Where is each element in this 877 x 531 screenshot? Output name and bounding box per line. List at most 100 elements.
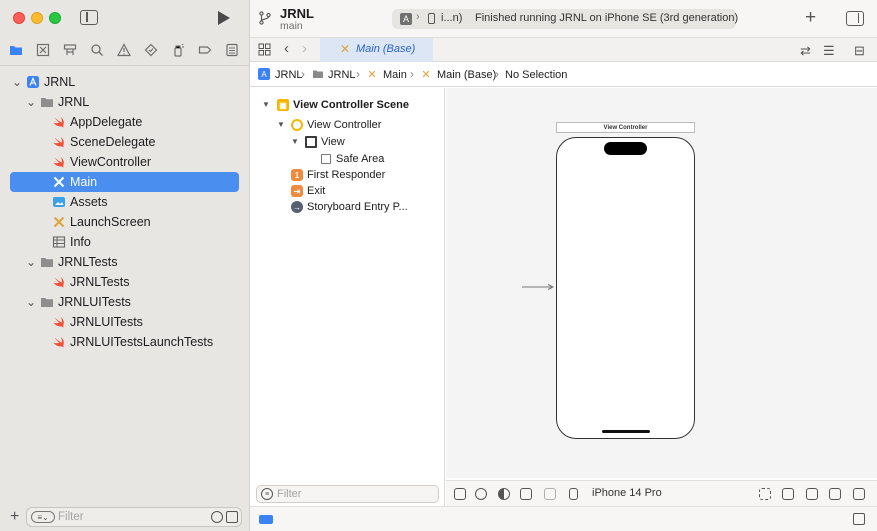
navigator-filter-field[interactable]: ≡⌄ Filter (26, 507, 242, 527)
project-navigator-tab[interactable] (2, 41, 29, 59)
tab-main-storyboard[interactable]: ✕ Main (Base) (320, 38, 433, 62)
filter-icon: ≡ (261, 488, 273, 500)
app-scheme-icon[interactable]: A (400, 13, 412, 25)
swap-arrows-icon[interactable]: ⇄ (800, 43, 811, 59)
outline-toggle-icon[interactable] (454, 488, 466, 500)
outline-row-view-controller[interactable]: ▼ View Controller (250, 118, 445, 134)
tree-label: Info (70, 235, 91, 249)
forward-chevron-icon[interactable]: › (302, 40, 307, 57)
test-diamond-icon[interactable] (137, 41, 164, 59)
tree-row[interactable]: ⌄ JRNL (0, 72, 249, 92)
symbol-navigator-tab[interactable] (56, 41, 83, 59)
library-add-icon[interactable]: + (805, 7, 816, 29)
outline-row-entry-point[interactable]: → Storyboard Entry P... (250, 200, 445, 216)
iphone-scene-frame[interactable] (556, 137, 695, 439)
scene-title-bar[interactable]: View Controller (556, 122, 695, 133)
inspector-toggle-icon[interactable] (846, 11, 864, 26)
tree-row[interactable]: SceneDelegate (0, 132, 249, 152)
crumb-project[interactable]: JRNL (275, 69, 303, 81)
warning-icon[interactable] (110, 41, 137, 59)
tree-label: JRNLTests (58, 255, 118, 269)
minimize-window-button[interactable] (31, 12, 43, 24)
split-view-icon[interactable] (544, 488, 556, 500)
sidebar-toggle-icon[interactable] (80, 10, 98, 25)
outline-filter-field[interactable]: ≡ Filter (256, 485, 439, 503)
split-editor-icon[interactable]: ⊟ (854, 43, 865, 59)
tree-row[interactable]: JRNLTests (0, 272, 249, 292)
editor-options-icon[interactable]: ☰ (823, 43, 835, 59)
crumb-localization[interactable]: Main (Base) (437, 69, 496, 81)
breakpoint-icon[interactable] (191, 41, 218, 59)
disclosure-open-icon[interactable]: ⌄ (26, 295, 36, 309)
outline-row-view[interactable]: ▼ View (250, 135, 445, 151)
source-control-tab[interactable] (29, 41, 56, 59)
close-window-button[interactable] (13, 12, 25, 24)
add-constraints-icon[interactable] (806, 488, 818, 500)
outline-filter-placeholder: Filter (277, 488, 302, 500)
embed-in-icon[interactable] (853, 488, 865, 500)
zoom-fit-icon[interactable] (759, 488, 771, 500)
appearance-icon[interactable] (498, 488, 510, 500)
outline-label: Storyboard Entry P... (307, 201, 408, 213)
tree-label: ViewController (70, 155, 152, 169)
branch-icon (259, 11, 271, 25)
orientation-icon[interactable] (520, 488, 532, 500)
chevron-right-icon: › (495, 67, 499, 81)
related-items-grid-icon[interactable] (258, 43, 271, 56)
chevron-right-icon: › (356, 67, 360, 81)
crumb-selection[interactable]: No Selection (505, 69, 567, 81)
accessibility-icon[interactable] (475, 488, 487, 500)
navigator-sidebar: ⌄ JRNL ⌄ JRNL AppDelegate SceneDelegate ViewCo… (0, 0, 250, 531)
filter-source-control-icon[interactable] (226, 511, 238, 523)
tree-row[interactable]: JRNLUITestsLaunchTests (0, 332, 249, 352)
tree-row[interactable]: AppDelegate (0, 112, 249, 132)
iphone-device-icon[interactable] (569, 488, 578, 500)
tree-row[interactable]: Info (0, 232, 249, 252)
folder-icon (40, 295, 54, 309)
tree-row[interactable]: ⌄ JRNL (0, 92, 249, 112)
outline-row-safe-area[interactable]: Safe Area (250, 152, 445, 168)
add-file-button[interactable]: + (10, 508, 19, 526)
tree-row[interactable]: Main (10, 172, 239, 192)
disclosure-open-icon[interactable]: ▼ (262, 100, 270, 109)
report-icon[interactable] (218, 41, 245, 59)
outline-row-exit[interactable]: ⇥ Exit (250, 184, 445, 200)
crumb-folder[interactable]: JRNL (328, 69, 356, 81)
tree-row[interactable]: JRNLUITests (0, 312, 249, 332)
project-branch[interactable]: main (280, 20, 303, 32)
tree-row[interactable]: ⌄ JRNLTests (0, 252, 249, 272)
outline-row-first-responder[interactable]: 1 First Responder (250, 168, 445, 184)
search-icon[interactable] (83, 41, 110, 59)
disclosure-open-icon[interactable]: ⌄ (26, 255, 36, 269)
exit-icon: ⇥ (291, 185, 303, 197)
tree-row[interactable]: ⌄ JRNLUITests (0, 292, 249, 312)
iphone-device-icon[interactable] (428, 13, 435, 24)
debug-area-toggle-icon[interactable] (853, 513, 865, 525)
resolve-issues-icon[interactable] (829, 488, 841, 500)
align-icon[interactable] (782, 488, 794, 500)
filter-options-icon[interactable]: ≡⌄ (31, 511, 55, 523)
tree-row[interactable]: ViewController (0, 152, 249, 172)
run-play-icon[interactable] (218, 11, 230, 25)
device-selector[interactable]: iPhone 14 Pro (592, 487, 662, 499)
folder-icon (40, 95, 54, 109)
outline-row-scene[interactable]: ▼ ▣ View Controller Scene (250, 98, 445, 114)
swift-icon (52, 135, 66, 149)
debug-spray-icon[interactable] (164, 41, 191, 59)
chevron-right-icon: › (301, 67, 305, 81)
tree-row[interactable]: Assets (0, 192, 249, 212)
interface-builder-canvas[interactable]: View Controller (446, 88, 877, 478)
disclosure-open-icon[interactable]: ▼ (277, 120, 285, 129)
zoom-window-button[interactable] (49, 12, 61, 24)
tree-row[interactable]: LaunchScreen (0, 212, 249, 232)
back-chevron-icon[interactable]: ‹ (284, 40, 289, 57)
recent-files-clock-icon[interactable] (211, 511, 223, 523)
disclosure-open-icon[interactable]: ⌄ (12, 75, 22, 89)
crumb-file[interactable]: Main (383, 69, 407, 81)
breakpoints-toggle-icon[interactable] (259, 515, 273, 524)
run-destination[interactable]: i...n) (441, 12, 462, 24)
disclosure-open-icon[interactable]: ▼ (291, 137, 299, 146)
project-title[interactable]: JRNL (280, 6, 314, 21)
disclosure-open-icon[interactable]: ⌄ (26, 95, 36, 109)
navigator-filter-placeholder: Filter (58, 511, 84, 523)
